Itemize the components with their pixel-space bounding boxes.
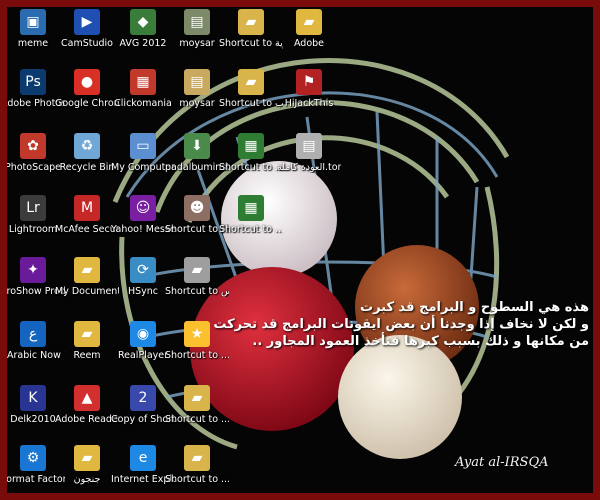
desktop-icon-label: Recycle Bin [59,162,115,173]
avg-icon: ◆ [130,9,156,35]
desktop-icon-label: HiJackThis [284,98,334,109]
folder-shortcut-icon: ▰ [184,385,210,411]
desktop-icon-label: Google Chrome [55,98,119,109]
copy-shortcut-icon: 2 [130,385,156,411]
installer-icon: ⬇ [184,133,210,159]
document-icon: ▤ [184,9,210,35]
desktop-icon-label: My Documents [55,286,119,297]
internet-explorer-icon: e [130,445,156,471]
mcafee-icon: M [74,195,100,221]
star-shortcut-icon: ★ [184,321,210,347]
proshow-icon: ✦ [20,257,46,283]
desktop-icon-label: العودة كاملة.torrent [277,162,341,173]
app-icon: ▣ [20,9,46,35]
desktop-frame: ▣ meme ▶ CamStudio ◆ AVG 2012 ▤ moysar ▰ Shortcut… [0,0,600,500]
desktop-icon-label: Shortcut to ... إهداء من أ [165,474,229,485]
desktop-icon-label: Shortcut to فائدة ضرورية [219,38,283,49]
desktop-icon[interactable]: ● Google Chrome [55,69,119,109]
photoshop-icon: Ps [20,69,46,95]
desktop-icon[interactable]: ▦ Shortcut to ... معلومات [219,195,283,235]
desktop-icon-label: Adobe [293,38,325,49]
document-icon: ▤ [184,69,210,95]
desktop-icon-label: CamStudio [61,38,113,49]
caption-line: و لكن لا نخاف إذا وجدنا أن بعض ايقونات ا… [213,317,589,332]
excel-shortcut-icon: ▦ [238,133,264,159]
desktop-icon[interactable]: ▰ Reem [55,321,119,361]
desktop-icon-label: Shortcut to أبوحماس [165,286,229,297]
folder-shortcut-icon: ▰ [184,445,210,471]
desktop-icon[interactable]: ▰ Shortcut to ... استغفر [165,385,229,425]
game-shortcut-icon: ☻ [184,195,210,221]
caption-line: هذه هي السطوح و البرامج قد كبرت [360,300,589,315]
desktop-icon[interactable]: ▰ جنجون [55,445,119,485]
torrent-icon: ▤ [296,133,322,159]
desktop-icon[interactable]: ▰ Shortcut to مع أطيب ... [219,69,283,109]
clickomania-icon: ▦ [130,69,156,95]
format-factory-icon: ⚙ [20,445,46,471]
recycle-bin-icon: ♻ [74,133,100,159]
signature: Ayat al-IRSQA [455,455,549,470]
folder-shortcut-icon: ▰ [238,9,264,35]
desktop-icon-label: Shortcut to ... فهرس كتا [219,162,283,173]
caption-line: من مكانها و ذلك بسبب كبرها فتأخذ العمود … [252,334,589,349]
camstudio-icon: ▶ [74,9,100,35]
arabic-caption: هذه هي السطوح و البرامج قد كبرت و لكن لا… [211,299,589,350]
realplayer-icon: ◉ [130,321,156,347]
folder-icon: ▰ [74,445,100,471]
folder-icon: ▰ [74,321,100,347]
delk-icon: K [20,385,46,411]
desktop-icon[interactable]: ▶ CamStudio [55,9,119,49]
yahoo-messenger-icon: ☺ [130,195,156,221]
pdf-icon: ▲ [74,385,100,411]
hsync-icon: ⟳ [130,257,156,283]
chrome-icon: ● [74,69,100,95]
folder-icon: ▰ [296,9,322,35]
desktop-icon[interactable]: ▰ Shortcut to ... إهداء من أ [165,445,229,485]
desktop-icon-label: Shortcut to مع أطيب ... [219,98,283,109]
folder-shortcut-icon: ▰ [184,257,210,283]
desktop-icon-label: جنجون [73,474,101,485]
desktop-icon[interactable]: ▰ My Documents [55,257,119,297]
desktop-icon[interactable]: ⚑ HiJackThis [277,69,341,109]
desktop-icon-label: Adobe Reader X [55,414,119,425]
desktop-icon-label: McAfee Securit... [55,224,119,235]
photoscape-icon: ✿ [20,133,46,159]
computer-icon: ▭ [130,133,156,159]
excel-shortcut-icon: ▦ [238,195,264,221]
hijackthis-icon: ⚑ [296,69,322,95]
lightroom-icon: Lr [20,195,46,221]
desktop-icon[interactable]: ▦ Shortcut to ... فهرس كتا [219,133,283,173]
desktop-icon[interactable]: ▲ Adobe Reader X [55,385,119,425]
folder-shortcut-icon: ▰ [238,69,264,95]
desktop-icon[interactable]: ▰ Shortcut to أبوحماس [165,257,229,297]
arabic-app-icon: ع [20,321,46,347]
desktop-icon[interactable]: ▤ العودة كاملة.torrent [277,133,341,173]
desktop-icon-label: Shortcut to ... معلومات [219,224,283,235]
folder-icon: ▰ [74,257,100,283]
desktop-icon[interactable]: ▰ Shortcut to فائدة ضرورية [219,9,283,49]
desktop-icon-label: Shortcut to ... استغفر [165,414,229,425]
desktop-icon[interactable]: ▰ Adobe [277,9,341,49]
desktop-icon[interactable]: ♻ Recycle Bin [55,133,119,173]
desktop-icon-label: Reem [73,350,101,361]
desktop-icon-label: Shortcut to ... أحمد بن [165,350,229,361]
desktop-icon[interactable]: M McAfee Securit... [55,195,119,235]
